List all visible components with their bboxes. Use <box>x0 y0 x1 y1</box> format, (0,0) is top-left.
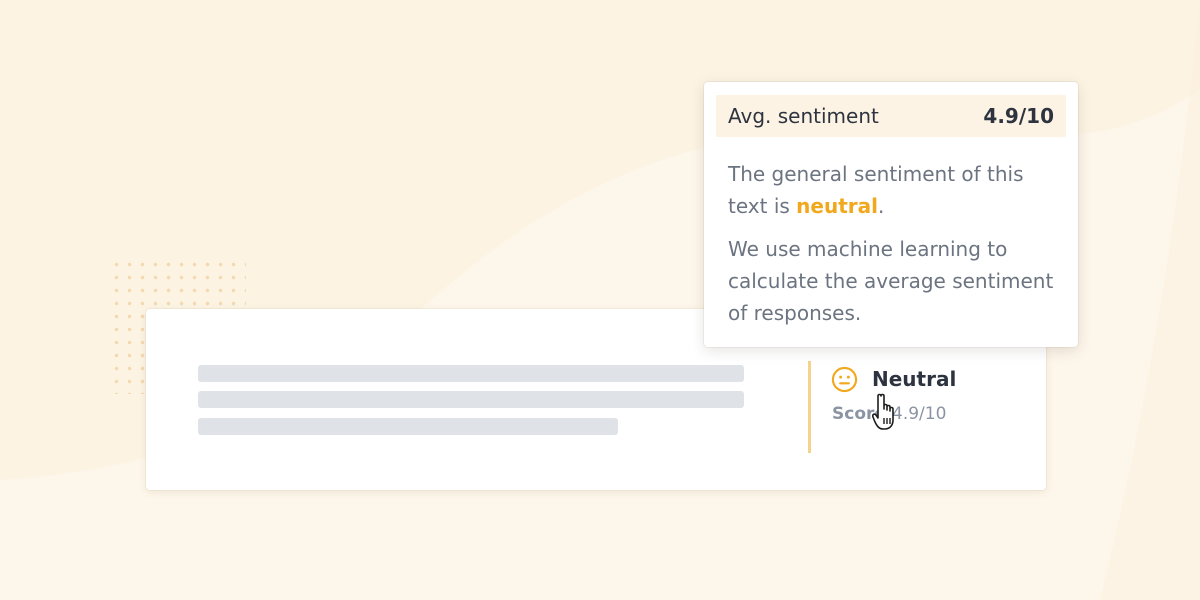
sentiment-divider <box>808 361 811 453</box>
sentiment-tooltip: Avg. sentiment 4.9/10 The general sentim… <box>704 82 1078 347</box>
sentiment-highlight: neutral <box>796 194 878 218</box>
tooltip-description: The general sentiment of this text is ne… <box>728 158 1064 222</box>
tooltip-header: Avg. sentiment 4.9/10 <box>716 95 1066 137</box>
text-placeholder-line <box>198 418 618 435</box>
tooltip-description-suffix: . <box>878 194 885 218</box>
tooltip-title: Avg. sentiment <box>728 104 879 128</box>
tooltip-value: 4.9/10 <box>983 104 1054 128</box>
sentiment-label[interactable]: Neutral <box>872 366 956 393</box>
text-placeholder-line <box>198 391 744 408</box>
neutral-face-icon[interactable] <box>831 366 858 393</box>
hand-pointer-icon <box>872 393 894 430</box>
text-placeholder-line <box>198 365 744 382</box>
tooltip-explanation: We use machine learning to calculate the… <box>728 237 1054 325</box>
